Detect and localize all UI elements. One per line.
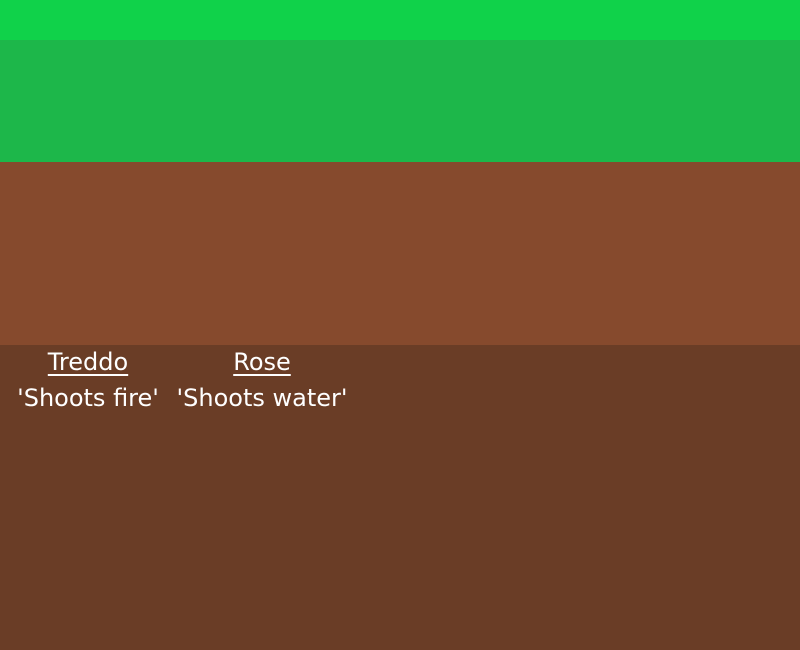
grass-top-strip [0, 0, 800, 40]
dirt-band [0, 162, 800, 345]
grass-band [0, 40, 800, 162]
character-card-rose[interactable]: Rose 'Shoots water' [172, 345, 352, 415]
character-name-link[interactable]: Rose [172, 345, 352, 379]
character-description: 'Shoots water' [176, 384, 348, 412]
character-name-link[interactable]: Treddo [10, 345, 166, 379]
character-description: 'Shoots fire' [17, 384, 159, 412]
character-card-treddo[interactable]: Treddo 'Shoots fire' [10, 345, 166, 415]
